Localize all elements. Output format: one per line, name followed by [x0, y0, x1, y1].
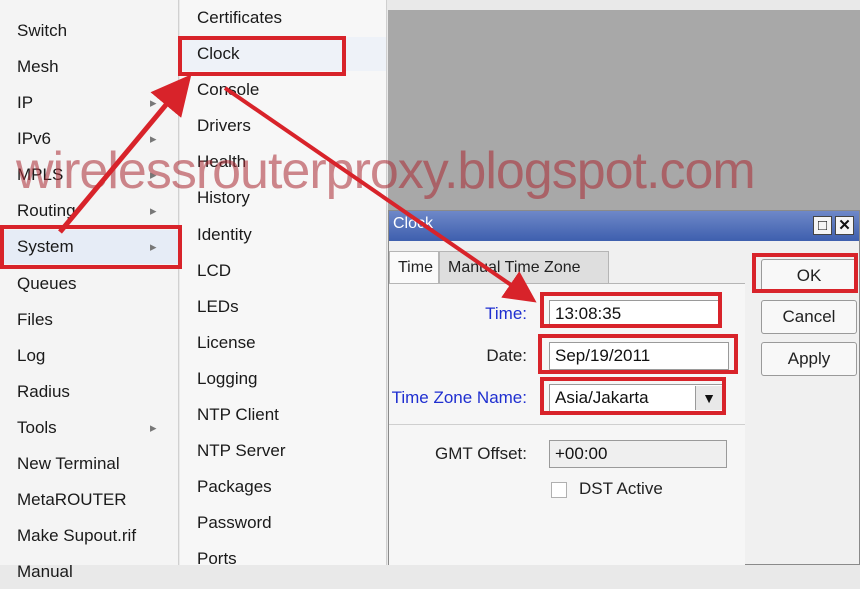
menu-item-label: New Terminal — [17, 454, 120, 473]
watermark-text: wirelessrouterproxy.blogspot.com — [16, 142, 756, 200]
time-label: Time: — [485, 304, 527, 323]
submenu-item-logging[interactable]: Logging — [180, 362, 386, 396]
submenu-item-password[interactable]: Password — [180, 506, 386, 540]
menu-item-label: Mesh — [17, 57, 59, 76]
system-submenu: Certificates Clock Console Drivers Healt… — [180, 0, 387, 568]
menu-item-files[interactable]: Files — [0, 303, 178, 337]
tab-bar: Time Manual Time Zone — [389, 251, 759, 283]
menu-item-ip[interactable]: IP ▸ — [0, 86, 178, 120]
menu-item-queues[interactable]: Queues — [0, 267, 178, 301]
highlight-system — [0, 225, 182, 269]
highlight-date — [538, 334, 738, 374]
restore-icon[interactable]: □ — [813, 216, 832, 235]
menu-item-label: Log — [17, 346, 46, 365]
menu-item-label: MetaROUTER — [17, 490, 127, 509]
menu-item-tools[interactable]: Tools ▸ — [0, 411, 178, 445]
submenu-item-packages[interactable]: Packages — [180, 470, 386, 504]
window-title: Clock — [393, 215, 434, 232]
menu-item-label: Switch — [17, 21, 68, 40]
menu-item-manual[interactable]: Manual — [0, 555, 178, 589]
time-zone-name-label: Time Zone Name: — [391, 388, 527, 407]
dst-active-checkbox[interactable] — [551, 482, 567, 498]
menu-item-make-supout[interactable]: Make Supout.rif — [0, 519, 178, 553]
menu-item-label: Routing — [17, 201, 76, 220]
submenu-item-leds[interactable]: LEDs — [180, 290, 386, 324]
close-icon[interactable]: ✕ — [835, 216, 854, 235]
submenu-item-certificates[interactable]: Certificates — [180, 1, 386, 35]
window-titlebar[interactable]: Clock □ ✕ — [389, 211, 859, 241]
dst-active-label: DST Active — [579, 479, 663, 498]
submenu-item-ntp-server[interactable]: NTP Server — [180, 434, 386, 468]
tab-time[interactable]: Time — [389, 251, 439, 283]
submenu-arrow-icon: ▸ — [150, 95, 157, 110]
submenu-item-console[interactable]: Console — [180, 73, 386, 107]
separator — [389, 424, 745, 425]
menu-item-label: IP — [17, 93, 34, 112]
menu-item-radius[interactable]: Radius — [0, 375, 178, 409]
submenu-item-drivers[interactable]: Drivers — [180, 109, 386, 143]
submenu-item-license[interactable]: License — [180, 326, 386, 360]
highlight-time-zone — [540, 377, 726, 415]
submenu-item-lcd[interactable]: LCD — [180, 254, 386, 288]
menu-item-label: Queues — [17, 274, 77, 293]
tab-manual-time-zone[interactable]: Manual Time Zone — [439, 251, 609, 283]
menu-item-label: Radius — [17, 382, 70, 401]
menu-item-metarouter[interactable]: MetaROUTER — [0, 483, 178, 517]
main-menu: Switch Mesh IP ▸ IPv6 ▸ MPLS ▸ Routing ▸ Sys… — [0, 0, 179, 581]
apply-button[interactable]: Apply — [761, 342, 857, 376]
gmt-offset-field: +00:00 — [549, 440, 727, 468]
highlight-clock — [178, 36, 346, 76]
cancel-button[interactable]: Cancel — [761, 300, 857, 334]
menu-item-label: Tools — [17, 418, 57, 437]
menu-item-mesh[interactable]: Mesh — [0, 50, 178, 84]
menu-item-label: Files — [17, 310, 53, 329]
submenu-arrow-icon: ▸ — [150, 420, 157, 435]
menu-item-new-terminal[interactable]: New Terminal — [0, 447, 178, 481]
menu-item-log[interactable]: Log — [0, 339, 178, 373]
menu-item-switch[interactable]: Switch — [0, 14, 178, 48]
gmt-offset-label: GMT Offset: — [435, 444, 527, 463]
submenu-item-ntp-client[interactable]: NTP Client — [180, 398, 386, 432]
date-label: Date: — [486, 346, 527, 365]
submenu-item-ports[interactable]: Ports — [180, 542, 386, 576]
submenu-item-identity[interactable]: Identity — [180, 218, 386, 252]
highlight-ok — [752, 253, 858, 293]
highlight-time — [540, 292, 722, 328]
menu-item-label: Make Supout.rif — [17, 526, 137, 545]
